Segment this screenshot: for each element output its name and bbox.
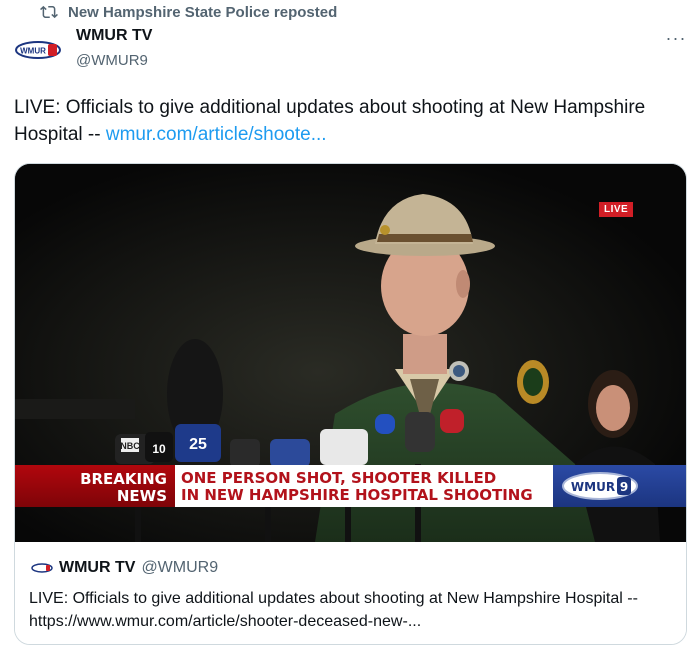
media-card[interactable]: NBC 25 10 LIVE BREAKING NEWS ONE PERSON … [14,163,687,645]
author-handle[interactable]: @WMUR9 [76,52,148,69]
wmur-small-logo-icon [31,563,53,573]
quoted-header: WMUR TV @WMUR9 [31,559,218,577]
avatar[interactable]: WMUR [14,35,62,65]
quoted-post[interactable]: WMUR TV @WMUR9 LIVE: Officials to give a… [15,542,686,644]
author-name[interactable]: WMUR TV [76,27,152,45]
channel-logo-box: WMUR 9 [553,465,686,507]
breaking-news-ticker: BREAKING NEWS ONE PERSON SHOT, SHOOTER K… [15,465,686,507]
svg-text:25: 25 [189,436,207,453]
headline-line-1: ONE PERSON SHOT, SHOOTER KILLED [181,469,497,487]
tweet-text: LIVE: Officials to give additional updat… [14,94,674,148]
wmur-channel-logo-icon: WMUR 9 [562,472,638,500]
wmur-logo-icon: WMUR [15,41,61,59]
more-horizontal-icon: ··· [665,28,687,48]
svg-text:WMUR: WMUR [20,47,46,56]
quoted-author-name: WMUR TV [59,559,136,576]
svg-text:NBC: NBC [120,441,140,451]
repost-label[interactable]: New Hampshire State Police reposted [68,4,337,21]
svg-text:WMUR: WMUR [571,480,615,494]
breaking-label: BREAKING [80,470,167,488]
repost-icon [40,5,58,19]
quoted-text: LIVE: Officials to give additional updat… [29,590,638,630]
quoted-author-handle: @WMUR9 [141,559,219,576]
more-options-button[interactable]: ··· [664,28,688,48]
live-badge: LIVE [599,202,634,217]
news-label: NEWS [116,487,167,505]
video-media[interactable]: NBC 25 10 LIVE BREAKING NEWS ONE PERSON … [15,164,686,542]
headline-box: ONE PERSON SHOT, SHOOTER KILLED IN NEW H… [175,465,553,507]
repost-indicator[interactable]: New Hampshire State Police reposted [40,3,337,21]
headline-line-2: IN NEW HAMPSHIRE HOSPITAL SHOOTING [181,486,533,504]
breaking-label-box: BREAKING NEWS [15,465,175,507]
tweet-link[interactable]: wmur.com/article/shoote... [106,124,327,145]
svg-text:9: 9 [620,480,628,494]
svg-text:10: 10 [152,442,166,456]
